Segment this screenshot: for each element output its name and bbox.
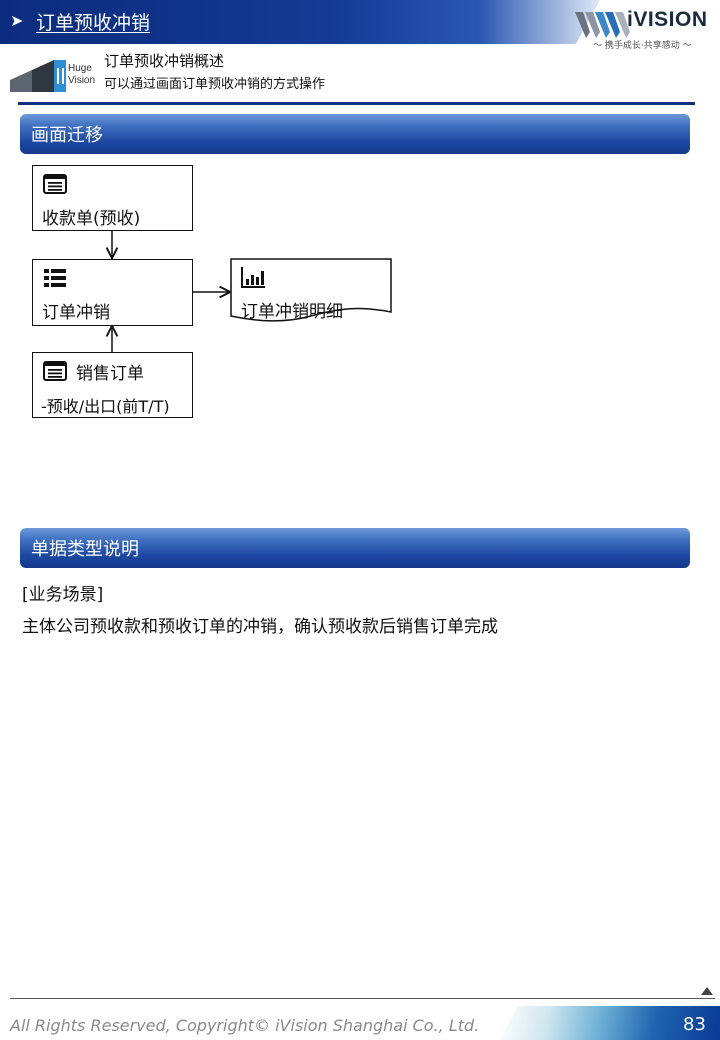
- brand-slogan: ～ 携手成长·共享感动 ～: [593, 41, 692, 51]
- page-title[interactable]: 订单预收冲销: [36, 8, 150, 35]
- screen-label-sales-order: 销售订单: [76, 364, 144, 384]
- list-window-icon: [43, 174, 67, 194]
- screen-label-offset-detail: 订单冲销明细: [241, 302, 343, 322]
- huge-vision-logo: Huge Vision: [10, 56, 96, 96]
- screen-label-receipt: 收款单(预收): [42, 209, 141, 229]
- bullet-list-icon: [44, 269, 66, 287]
- brand-name: iVISION: [627, 8, 708, 31]
- logo-word-vision: Vision: [68, 75, 96, 86]
- scroll-up-icon[interactable]: [700, 986, 714, 996]
- logo-word-huge: Huge: [68, 63, 92, 74]
- page-number: 83: [683, 1014, 706, 1035]
- screen-box-order-offset[interactable]: 订单冲销: [32, 259, 193, 326]
- section-bar-doc-type: 单据类型说明: [20, 528, 690, 568]
- screen-box-sales-order[interactable]: 销售订单 -预收/出口(前T/T): [32, 352, 193, 418]
- section-title-doc-type: 单据类型说明: [31, 539, 139, 560]
- section-title-screen-flow: 画面迁移: [31, 125, 103, 146]
- overview-title: 订单预收冲销概述: [104, 52, 225, 70]
- scenario-heading: [业务场景]: [22, 585, 104, 605]
- list-window-icon: [43, 361, 67, 381]
- bar-chart-icon: [241, 267, 265, 288]
- brand-logo: iVISION ～ 携手成长·共享感动 ～: [575, 2, 720, 52]
- brand-chevrons-icon: [575, 12, 630, 38]
- overview-subtitle: 可以通过画面订单预收冲销的方式操作: [104, 77, 326, 92]
- copyright-text: All Rights Reserved, Copyright© iVision …: [10, 1016, 480, 1035]
- screen-label-sales-order-type: -预收/出口(前T/T): [41, 397, 170, 416]
- scenario-text: 主体公司预收款和预收订单的冲销，确认预收款后销售订单完成: [22, 617, 498, 637]
- header-divider: [18, 102, 695, 105]
- section-bar-screen-flow: 画面迁移: [20, 114, 690, 154]
- title-arrow-icon: ➤: [10, 11, 24, 30]
- footer-divider: [10, 998, 715, 999]
- screen-box-receipt[interactable]: 收款单(预收): [32, 165, 193, 231]
- screen-label-order-offset: 订单冲销: [42, 303, 110, 323]
